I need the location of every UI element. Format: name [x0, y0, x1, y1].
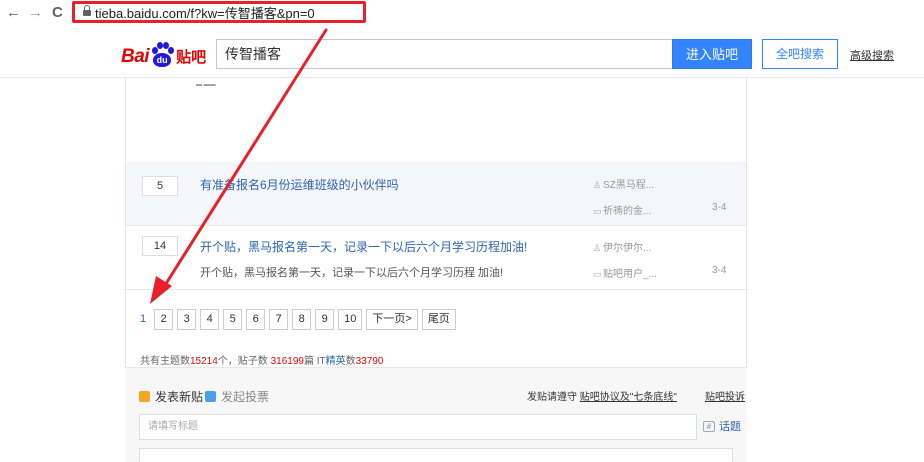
logo-tieba-text: 贴吧 [176, 49, 207, 66]
thread-row[interactable]: 5 有准备报名6月份运维班级的小伙伴吗 ♙ SZ黑马程... ▭祈祷的金... 3… [126, 162, 746, 226]
page-link[interactable]: 10 [338, 308, 363, 330]
baidu-tieba-logo[interactable]: Bai du 贴吧 [121, 38, 206, 68]
thread-author[interactable]: ♙ 伊尔伊尔... [593, 239, 651, 254]
page-link[interactable]: 5 [223, 308, 243, 330]
content-editor[interactable] [139, 448, 733, 462]
thread-title[interactable]: 有准备报名6月份运维班级的小伙伴吗 [200, 176, 399, 193]
page-link[interactable]: 9 [315, 308, 335, 330]
page-link[interactable]: 7 [269, 308, 289, 330]
browser-address-bar: ← → C tieba.baidu.com/f?kw=传智播客&pn=0 [0, 0, 924, 26]
baidu-paw-icon: du [150, 42, 175, 68]
advanced-search-link[interactable]: 高级搜索 [850, 47, 894, 63]
last-reply-time: 3-4 [712, 265, 727, 276]
comment-icon: ▭ [593, 206, 602, 216]
reply-count: 5 [142, 176, 178, 196]
page-link[interactable]: 8 [292, 308, 312, 330]
logo-du-text: du [153, 53, 172, 67]
hashtag-icon: # [703, 420, 715, 432]
user-icon: ♙ [593, 243, 602, 253]
post-editor: 发表新贴 发起投票 发贴请遵守 贴吧协议及"七条底线" 贴吧投诉 请填写标题 #… [125, 367, 747, 462]
pagination: 1 2 3 4 5 6 7 8 9 10 下一页> 尾页 [140, 308, 460, 330]
report-link[interactable]: 贴吧投诉 [705, 388, 745, 403]
forward-icon[interactable]: → [28, 3, 43, 23]
thread-thumbnail: ▬ ▬▬ [196, 82, 216, 88]
thread-title[interactable]: 开个贴，黑马报名第一天，记录一下以后六个月学习历程加油! [200, 238, 527, 255]
post-count: 316199 [270, 356, 304, 367]
new-vote-tab[interactable]: 发起投票 [205, 388, 269, 405]
page-link[interactable]: 6 [246, 308, 266, 330]
user-icon: ♙ [593, 180, 602, 190]
pencil-icon [139, 391, 150, 402]
topic-button[interactable]: # 话题 [703, 418, 741, 434]
page-link[interactable]: 3 [177, 308, 197, 330]
logo-bai-text: Bai [121, 46, 150, 67]
member-count: 33790 [355, 356, 384, 367]
last-reply-user[interactable]: ▭祈祷的金... [593, 202, 651, 217]
posting-rules: 发贴请遵守 贴吧协议及"七条底线" [527, 392, 677, 403]
last-reply-time: 3-4 [712, 202, 727, 213]
thread-abstract: 开个贴，黑马报名第一天，记录一下以后六个月学习历程 加油! [200, 267, 504, 279]
bar-stats: 共有主题数15214个，贴子数 316199篇 IT精英数33790 [140, 356, 384, 367]
last-reply-user[interactable]: ▭贴吧用户_... [593, 265, 657, 280]
last-page-button[interactable]: 尾页 [421, 308, 456, 330]
topic-count: 15214 [190, 356, 218, 367]
page-current: 1 [140, 313, 147, 325]
thread-author[interactable]: ♙ SZ黑马程... [593, 176, 654, 191]
url-text: tieba.baidu.com/f?kw=传智播客&pn=0 [95, 5, 315, 21]
reload-icon[interactable]: C [52, 3, 63, 23]
all-bar-search-button[interactable]: 全吧搜索 [762, 39, 838, 69]
bar-chart-icon [205, 391, 216, 402]
thread-row[interactable]: 14 开个贴，黑马报名第一天，记录一下以后六个月学习历程加油! 开个贴，黑马报名… [126, 226, 746, 290]
search-input[interactable]: 传智播客 [216, 39, 672, 69]
enter-bar-button[interactable]: 进入贴吧 [672, 39, 752, 69]
lock-icon [83, 5, 91, 16]
rules-link[interactable]: 贴吧协议及"七条底线" [580, 392, 677, 403]
title-input[interactable]: 请填写标题 [139, 414, 697, 440]
next-page-button[interactable]: 下一页> [366, 308, 418, 330]
reply-count: 14 [142, 236, 178, 256]
page-link[interactable]: 4 [200, 308, 220, 330]
new-post-tab[interactable]: 发表新贴 [139, 388, 203, 405]
url-field[interactable]: tieba.baidu.com/f?kw=传智播客&pn=0 [72, 1, 366, 23]
back-icon[interactable]: ← [6, 3, 21, 23]
tieba-header: Bai du 贴吧 传智播客 进入贴吧 全吧搜索 高级搜索 [0, 26, 924, 78]
page: ← → C tieba.baidu.com/f?kw=传智播客&pn=0 Bai… [0, 0, 924, 462]
comment-icon: ▭ [593, 269, 602, 279]
page-link[interactable]: 2 [154, 308, 174, 330]
